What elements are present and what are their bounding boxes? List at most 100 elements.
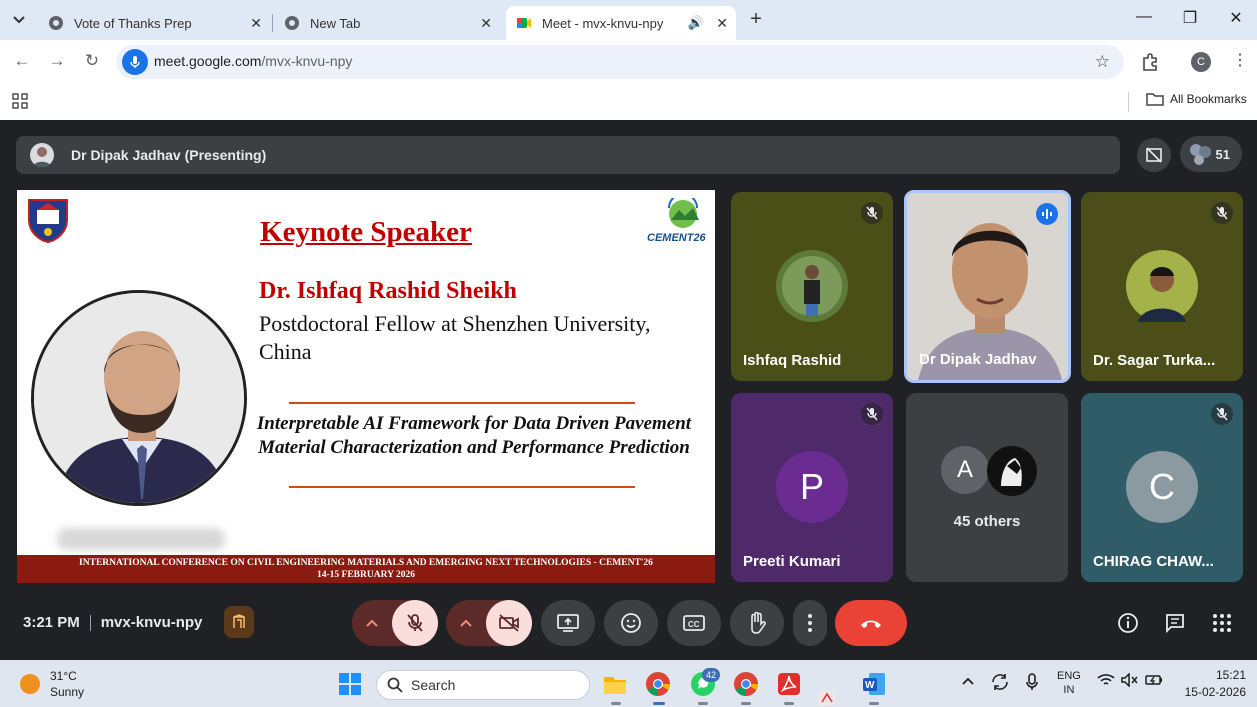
info-divider — [89, 615, 91, 632]
restore-icon[interactable]: ❐ — [1178, 8, 1202, 28]
camera-control — [446, 600, 532, 646]
meeting-details-icon[interactable] — [1115, 610, 1141, 636]
participant-initial-avatar: C — [1126, 451, 1198, 523]
raise-hand-button[interactable] — [730, 600, 784, 646]
file-explorer-icon[interactable] — [602, 671, 628, 697]
leave-call-button[interactable] — [835, 600, 907, 646]
participant-tile[interactable]: P Preeti Kumari — [731, 393, 893, 582]
active-app-indicator — [653, 702, 665, 705]
bookmark-star-icon[interactable]: ☆ — [1095, 52, 1110, 72]
participant-avatar — [987, 446, 1037, 496]
participant-initial-avatar: P — [776, 451, 848, 523]
mic-off-icon — [1211, 202, 1233, 224]
taskbar-search[interactable]: Search — [376, 670, 590, 700]
minimize-icon[interactable]: — — [1132, 8, 1156, 26]
app-open-indicator — [741, 702, 751, 705]
tab-meet[interactable]: Meet - mvx-knvu-npy 🔊 ✕ — [506, 6, 736, 40]
video-options-chevron-icon[interactable] — [446, 600, 486, 646]
weather-condition[interactable]: Sunny — [50, 685, 84, 699]
reactions-button[interactable] — [604, 600, 658, 646]
participant-name: Dr Dipak Jadhav — [919, 351, 1037, 368]
new-tab-button[interactable]: + — [744, 8, 768, 31]
camera-off-icon — [499, 614, 519, 632]
svg-text:W: W — [865, 680, 875, 691]
whatsapp-unread-badge: 42 — [702, 668, 720, 682]
participant-tile-active-speaker[interactable]: Dr Dipak Jadhav — [904, 190, 1071, 383]
language-code: ENG — [1057, 670, 1081, 682]
reload-icon[interactable]: ↻ — [81, 51, 103, 71]
microphone-in-use-icon[interactable] — [1026, 673, 1038, 694]
others-tile[interactable]: A 45 others — [906, 393, 1068, 582]
taskbar-date[interactable]: 15-02-2026 — [1166, 685, 1246, 699]
close-tab-icon[interactable]: ✕ — [250, 15, 262, 32]
captions-button[interactable]: CC — [667, 600, 721, 646]
tab-vote-of-thanks[interactable]: Vote of Thanks Prep ✕ — [38, 6, 270, 40]
close-window-icon[interactable]: ✕ — [1224, 8, 1248, 28]
more-options-button[interactable] — [793, 600, 827, 646]
present-screen-icon — [557, 614, 579, 632]
microphone-icon[interactable] — [122, 49, 148, 75]
acrobat-reader-icon[interactable] — [776, 671, 802, 697]
hang-up-icon — [861, 620, 881, 628]
close-tab-icon[interactable]: ✕ — [716, 15, 728, 32]
search-icon — [387, 677, 403, 693]
participant-tile[interactable]: C CHIRAG CHAW... — [1081, 393, 1243, 582]
all-bookmarks-label: All Bookmarks — [1170, 92, 1247, 106]
close-tab-icon[interactable]: ✕ — [480, 15, 492, 32]
url-text: meet.google.com/mvx-knvu-npy — [154, 53, 352, 69]
footer-dates: 14-15 FEBRUARY 2026 — [316, 570, 415, 580]
word-icon[interactable]: W — [861, 671, 887, 697]
back-icon[interactable]: ← — [11, 51, 33, 71]
apps-grid-icon[interactable] — [12, 93, 28, 109]
camera-off-button[interactable] — [486, 600, 532, 646]
tab-new-tab[interactable]: New Tab ✕ — [274, 6, 500, 40]
chrome-app-icon[interactable] — [645, 671, 671, 697]
meet-stage: Dr Dipak Jadhav (Presenting) 51 CEMENT26… — [0, 120, 1257, 660]
chrome-profile-icon[interactable] — [733, 671, 759, 697]
audio-options-chevron-icon[interactable] — [352, 600, 392, 646]
google-meet-icon — [517, 18, 531, 28]
chrome-menu-icon[interactable]: ⋮ — [1232, 50, 1248, 70]
mic-off-button[interactable] — [392, 600, 438, 646]
hide-tiles-icon[interactable] — [1137, 138, 1171, 172]
forward-icon[interactable]: → — [46, 51, 68, 71]
speaker-affiliation: Postdoctoral Fellow at Shenzhen Universi… — [259, 311, 651, 364]
slide-divider-bottom — [289, 486, 635, 488]
talk-title: Interpretable AI Framework for Data Driv… — [256, 413, 692, 458]
profile-avatar[interactable]: C — [1191, 52, 1211, 72]
show-hidden-icons-chevron-icon[interactable] — [961, 673, 975, 689]
taskbar-clock[interactable]: 15:21 — [1196, 668, 1246, 682]
host-controls-icon[interactable] — [224, 606, 254, 638]
weather-sun-icon[interactable] — [20, 674, 40, 694]
address-bar[interactable]: meet.google.com/mvx-knvu-npy ☆ — [116, 45, 1124, 79]
slide-title: Keynote Speaker — [260, 216, 472, 248]
language-indicator[interactable]: ENG IN — [1057, 669, 1081, 697]
blurred-caption — [57, 528, 225, 550]
tab-search-button[interactable] — [6, 8, 32, 32]
tab-title: New Tab — [310, 15, 361, 31]
weather-temperature[interactable]: 31°C — [50, 669, 77, 683]
participants-button[interactable]: 51 — [1180, 136, 1242, 172]
volume-muted-icon[interactable] — [1121, 672, 1139, 690]
participant-name: Preeti Kumari — [743, 553, 841, 570]
activities-grid-icon[interactable] — [1209, 610, 1235, 636]
participant-count: 51 — [1215, 146, 1230, 162]
meeting-code: mvx-knvu-npy — [100, 614, 203, 631]
bookmarks-bar: All Bookmarks — [0, 84, 1257, 120]
present-screen-button[interactable] — [541, 600, 595, 646]
more-vert-icon — [808, 614, 812, 632]
wifi-icon[interactable] — [1097, 673, 1115, 690]
captions-icon: CC — [683, 615, 705, 631]
tab-divider — [272, 14, 273, 32]
windows-start-icon[interactable] — [339, 673, 361, 695]
folder-icon — [1146, 93, 1164, 106]
chat-icon[interactable] — [1162, 610, 1188, 636]
sync-icon[interactable] — [990, 673, 1010, 694]
battery-charging-icon[interactable] — [1145, 673, 1163, 690]
audio-playing-icon[interactable]: 🔊 — [688, 15, 704, 31]
extensions-icon[interactable] — [1140, 52, 1160, 72]
all-bookmarks-button[interactable]: All Bookmarks — [1146, 92, 1247, 106]
participant-tile[interactable]: Ishfaq Rashid — [731, 192, 893, 381]
snipping-tool-icon[interactable] — [818, 690, 836, 706]
participant-tile[interactable]: Dr. Sagar Turka... — [1081, 192, 1243, 381]
